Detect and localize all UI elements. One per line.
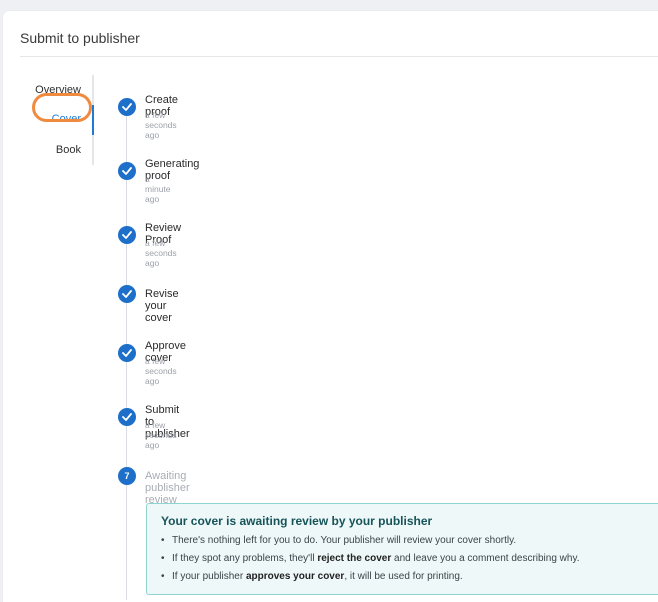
info-bullet-list: • There's nothing left for you to do. You…: [161, 534, 580, 588]
check-circle-icon: [118, 98, 136, 116]
info-bullet-text: and leave you a comment describing why.: [391, 553, 580, 564]
info-bullet-text: There's nothing left for you to do. Your…: [172, 535, 517, 546]
step-title-revise-cover: Revise your cover: [145, 288, 179, 324]
info-title: Your cover is awaiting review by your pu…: [161, 514, 433, 528]
info-bullet: • There's nothing left for you to do. You…: [161, 534, 580, 552]
step-number-icon: 7: [118, 467, 136, 485]
check-circle-icon: [118, 285, 136, 303]
info-bullet-text: , it will be used for printing.: [344, 571, 463, 582]
step-time-generating-proof: a minute ago: [145, 174, 171, 204]
bullet-dot: •: [161, 553, 165, 564]
info-bullet: • If they spot any problems, they'll reje…: [161, 552, 580, 570]
info-bullet-text: If your publisher: [172, 571, 246, 582]
cover-highlight-ring: [32, 93, 92, 122]
step-time-review-proof: a few seconds ago: [145, 238, 177, 268]
nav-item-book[interactable]: Book: [56, 144, 81, 156]
info-bullet-emphasis: approves your cover: [245, 571, 345, 582]
step-time-submit-to-publisher: a few seconds ago: [145, 420, 177, 450]
bullet-dot: •: [161, 535, 165, 546]
bullet-dot: •: [161, 571, 165, 582]
step-title-awaiting-review: Awaiting publisher review: [145, 470, 190, 506]
check-circle-icon: [118, 408, 136, 426]
info-bullet-text: If they spot any problems, they'll: [172, 553, 318, 564]
step-number: 7: [124, 471, 130, 481]
info-callout: Your cover is awaiting review by your pu…: [146, 503, 658, 595]
title-divider: [20, 56, 658, 57]
step-time-approve-cover: a few seconds ago: [145, 356, 177, 386]
info-bullet-emphasis: reject the cover: [317, 553, 392, 564]
page-title: Submit to publisher: [20, 30, 140, 46]
check-circle-icon: [118, 344, 136, 362]
nav-active-indicator: [92, 105, 94, 135]
check-circle-icon: [118, 162, 136, 180]
step-time-create-proof: a few seconds ago: [145, 110, 177, 140]
info-bullet: • If your publisher approves your cover, …: [161, 570, 580, 588]
check-circle-icon: [118, 226, 136, 244]
